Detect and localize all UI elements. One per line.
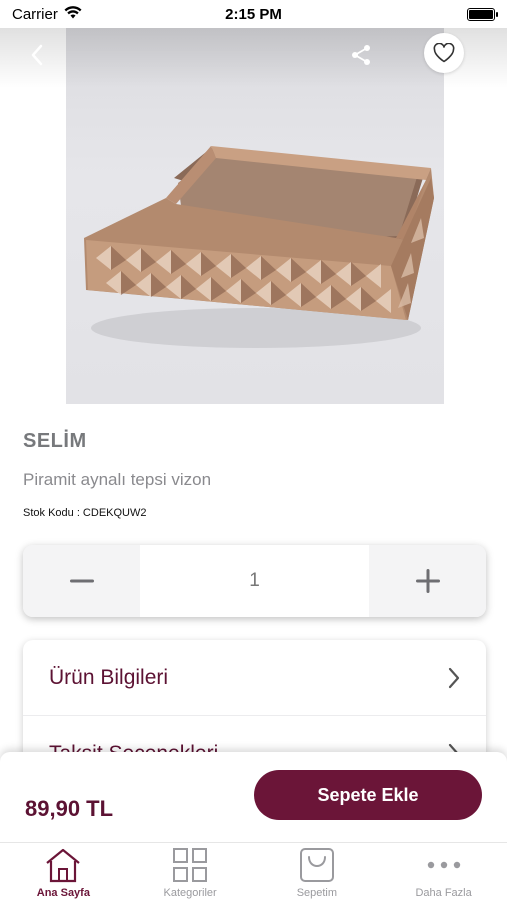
- favorite-button[interactable]: [424, 33, 464, 73]
- minus-icon: [69, 579, 94, 583]
- quantity-stepper: 1: [23, 545, 486, 617]
- tab-categories[interactable]: Kategoriler: [127, 843, 254, 900]
- chevron-left-icon: [31, 44, 43, 66]
- product-name: Piramit aynalı tepsi vizon: [23, 470, 212, 489]
- info-row-label: Ürün Bilgileri: [49, 665, 169, 689]
- tab-cart[interactable]: Sepetim: [254, 843, 381, 900]
- product-sku: Stok Kodu : CDEKQUW2: [23, 507, 147, 519]
- tab-label: Daha Fazla: [415, 887, 472, 899]
- tab-label: Kategoriler: [163, 887, 217, 899]
- product-detail-screen: Carrier 2:15 PM SELİM Piramit aynalı tep…: [0, 0, 507, 900]
- tab-more[interactable]: Daha Fazla: [380, 843, 507, 900]
- quantity-value[interactable]: 1: [140, 545, 369, 617]
- heart-icon: [433, 43, 455, 63]
- tab-label: Ana Sayfa: [36, 887, 90, 899]
- decrease-quantity-button[interactable]: [23, 545, 140, 617]
- chevron-right-icon: [448, 667, 460, 688]
- back-button[interactable]: [22, 40, 52, 70]
- product-brand: SELİM: [23, 430, 87, 452]
- product-price: 89,90 TL: [25, 796, 114, 821]
- status-time: 2:15 PM: [225, 5, 282, 23]
- increase-quantity-button[interactable]: [369, 545, 486, 617]
- info-row-product-details[interactable]: Ürün Bilgileri: [23, 640, 486, 716]
- more-icon: [427, 861, 460, 869]
- battery-icon: [467, 7, 498, 21]
- tab-label: Sepetim: [296, 887, 338, 899]
- add-to-cart-button[interactable]: Sepete Ekle: [254, 770, 482, 820]
- add-to-cart-bar: 89,90 TL Sepete Ekle: [0, 752, 507, 842]
- home-icon: [46, 848, 81, 883]
- tab-home[interactable]: Ana Sayfa: [0, 843, 127, 900]
- status-bar: Carrier 2:15 PM: [0, 0, 507, 28]
- bag-icon: [299, 848, 334, 882]
- bottom-tab-bar: Ana Sayfa Kategoriler Sepetim Daha Fazla: [0, 842, 507, 900]
- share-button[interactable]: [346, 40, 376, 70]
- grid-icon: [173, 848, 208, 882]
- share-icon: [352, 45, 370, 65]
- plus-icon: [415, 569, 440, 593]
